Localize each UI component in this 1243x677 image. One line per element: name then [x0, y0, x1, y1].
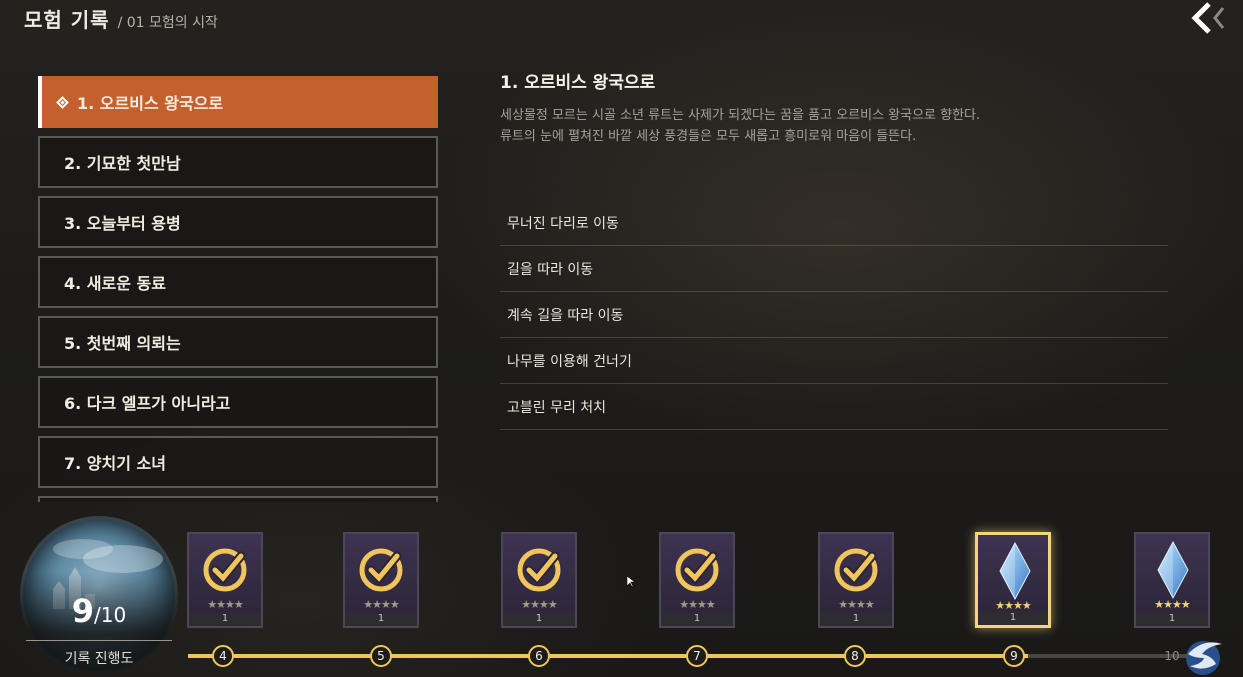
chapter-label: 5. 첫번째 의뢰는 [64, 334, 181, 353]
chapter-label: 6. 다크 엘프가 아니라고 [64, 394, 231, 413]
chevron-left-icon [1191, 2, 1225, 34]
reward-quantity: 1 [1136, 612, 1208, 626]
chapter-item-1[interactable]: 1. 오르비스 왕국으로 [38, 76, 438, 128]
check-badge-icon [203, 548, 247, 592]
milestone-node: 9 [1003, 645, 1025, 667]
blue-crystal-icon [999, 541, 1031, 601]
reward-quantity: 1 [661, 612, 733, 626]
detail-description-line-1: 세상물정 모르는 시골 소년 류트는 사제가 되겠다는 꿈을 품고 오르비스 왕… [500, 108, 981, 123]
chapter-label: 7. 양치기 소녀 [64, 454, 166, 473]
objective-item: 계속 길을 따라 이동 [500, 292, 1168, 338]
objective-item: 길을 따라 이동 [500, 246, 1168, 292]
blue-crystal-icon [1157, 540, 1189, 600]
game-logo-icon [1186, 641, 1222, 675]
detail-description-line-2: 류트의 눈에 펼쳐진 바깥 세상 풍경들은 모두 새롭고 흥미로워 마음이 들뜬… [500, 129, 917, 144]
reward-quantity: 1 [820, 612, 892, 626]
chapter-item-8[interactable] [38, 496, 438, 502]
progress-label: 기록 진행도 [64, 651, 134, 667]
divider [26, 640, 172, 641]
objective-item: 고블린 무리 처치 [500, 384, 1168, 430]
chapter-label: 1. 오르비스 왕국으로 [77, 94, 224, 113]
chapter-label: 3. 오늘부터 용병 [64, 214, 181, 233]
reward-quantity: 1 [189, 612, 261, 626]
chapter-item-5[interactable]: 5. 첫번째 의뢰는 [38, 316, 438, 368]
check-badge-icon [834, 548, 878, 592]
chapter-item-6[interactable]: 6. 다크 엘프가 아니라고 [38, 376, 438, 428]
detail-heading: 1. 오르비스 왕국으로 [500, 73, 656, 93]
reward-card[interactable]: ★★★★ 1 [818, 532, 894, 628]
chapter-label: 2. 기묘한 첫만남 [64, 154, 181, 173]
star-rating: ★★★★ [838, 598, 874, 611]
chapter-item-3[interactable]: 3. 오늘부터 용병 [38, 196, 438, 248]
progress-medallion: 9/10 기록 진행도 [20, 516, 178, 674]
chapter-list[interactable]: 1. 오르비스 왕국으로 2. 기묘한 첫만남 3. 오늘부터 용병 4. 새로… [38, 76, 438, 502]
chapter-item-2[interactable]: 2. 기묘한 첫만남 [38, 136, 438, 188]
chapter-item-4[interactable]: 4. 새로운 동료 [38, 256, 438, 308]
check-badge-icon [359, 548, 403, 592]
milestone-node: 4 [212, 645, 234, 667]
star-rating: ★★★★ [1154, 598, 1190, 611]
reward-card[interactable]: ★★★★ 1 [975, 532, 1051, 628]
diamond-icon [56, 95, 69, 109]
back-button[interactable] [1189, 0, 1229, 36]
breadcrumb: / 01 모험의 시작 [117, 15, 218, 31]
progress-total: /10 [94, 603, 127, 627]
reward-quantity: 1 [503, 612, 575, 626]
reward-card[interactable]: ★★★★ 1 [501, 532, 577, 628]
page-title: 모험 기록 [24, 8, 110, 32]
star-rating: ★★★★ [521, 598, 557, 611]
reward-quantity: 1 [345, 612, 417, 626]
reward-quantity: 1 [978, 611, 1048, 625]
milestone-node: 8 [844, 645, 866, 667]
reward-card[interactable]: ★★★★ 1 [343, 532, 419, 628]
milestone-node: 7 [686, 645, 708, 667]
objective-item: 무너진 다리로 이동 [500, 200, 1168, 246]
progress-current: 9 [71, 592, 95, 630]
objective-item: 나무를 이용해 건너기 [500, 338, 1168, 384]
objective-list: 무너진 다리로 이동 길을 따라 이동 계속 길을 따라 이동 나무를 이용해 … [500, 200, 1168, 430]
chapter-label: 4. 새로운 동료 [64, 274, 166, 293]
progress-count: 9/10 [20, 592, 178, 630]
reward-card[interactable]: ★★★★ 1 [659, 532, 735, 628]
header: 모험 기록 / 01 모험의 시작 [24, 4, 218, 33]
star-rating: ★★★★ [207, 598, 243, 611]
star-rating: ★★★★ [363, 598, 399, 611]
progress-track-fill [188, 654, 1028, 658]
chapter-detail: 1. 오르비스 왕국으로 세상물정 모르는 시골 소년 류트는 사제가 되겠다는… [500, 68, 1168, 147]
reward-card[interactable]: ★★★★ 1 [187, 532, 263, 628]
chapter-item-7[interactable]: 7. 양치기 소녀 [38, 436, 438, 488]
reward-card[interactable]: ★★★★ 1 [1134, 532, 1210, 628]
check-badge-icon [517, 548, 561, 592]
milestone-node: 5 [370, 645, 392, 667]
milestone-node: 6 [528, 645, 550, 667]
star-rating: ★★★★ [679, 598, 715, 611]
mouse-cursor-icon [627, 576, 635, 588]
check-badge-icon [675, 548, 719, 592]
